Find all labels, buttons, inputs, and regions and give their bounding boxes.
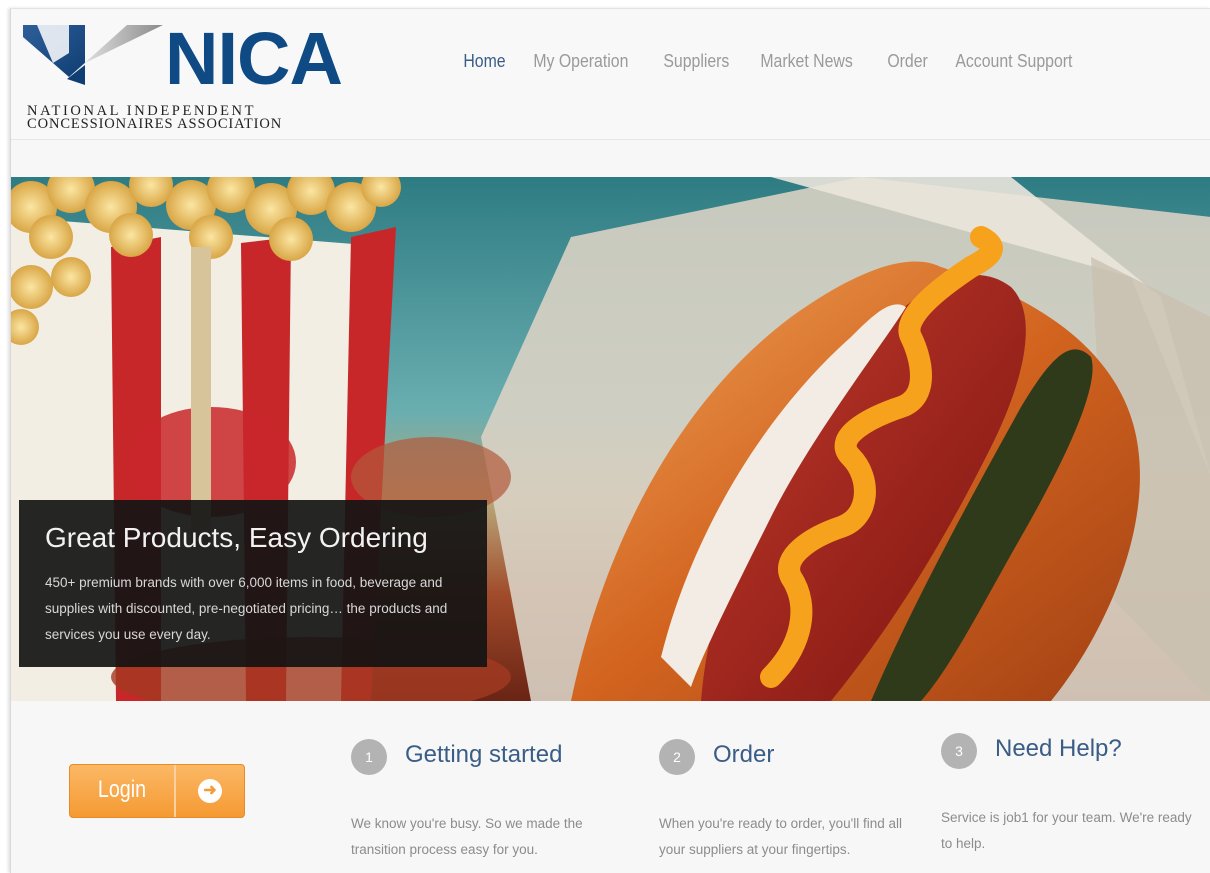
- login-button-label: Login: [97, 776, 147, 803]
- step-title[interactable]: Need Help?: [995, 735, 1122, 763]
- login-button[interactable]: Login ➜: [69, 764, 245, 818]
- step-number-badge: 2: [659, 739, 695, 775]
- nica-logo[interactable]: NICA NATIONAL INDEPENDENT CONCESSIONAIRE…: [23, 17, 403, 133]
- logo-tagline-line2: CONCESSIONAIRES ASSOCIATION: [27, 116, 283, 132]
- step-title[interactable]: Order: [713, 741, 774, 769]
- site-header: NICA NATIONAL INDEPENDENT CONCESSIONAIRE…: [11, 9, 1210, 140]
- step-description: When you're ready to order, you'll find …: [659, 816, 903, 857]
- hero-banner: Great Products, Easy Ordering 450+ premi…: [11, 177, 1210, 701]
- logo-name: NICA: [165, 17, 343, 100]
- arrow-right-circle-icon: ➜: [198, 779, 222, 803]
- main-nav: Home My Operation Suppliers Market News …: [451, 47, 1098, 77]
- step-number-badge: 3: [941, 733, 977, 769]
- nav-my-operation[interactable]: My Operation: [521, 47, 641, 77]
- login-button-divider: [174, 765, 176, 817]
- step-description: We know you're busy. So we made the tran…: [351, 816, 583, 857]
- hero-body: 450+ premium brands with over 6,000 item…: [45, 575, 448, 642]
- step-description: Service is job1 for your team. We're rea…: [941, 810, 1192, 851]
- step-number-badge: 1: [351, 739, 387, 775]
- step-title[interactable]: Getting started: [405, 741, 562, 769]
- nav-order[interactable]: Order: [875, 47, 940, 77]
- nav-market-news[interactable]: Market News: [748, 47, 865, 77]
- nav-home[interactable]: Home: [451, 47, 518, 77]
- logo-mark-icon: [23, 25, 163, 85]
- page: NICA NATIONAL INDEPENDENT CONCESSIONAIRE…: [10, 8, 1210, 873]
- nav-account-support[interactable]: Account Support: [943, 47, 1085, 77]
- logo-tagline: NATIONAL INDEPENDENT CONCESSIONAIRES ASS…: [27, 104, 407, 132]
- nav-suppliers[interactable]: Suppliers: [651, 47, 742, 77]
- hero-headline: Great Products, Easy Ordering: [45, 522, 428, 553]
- hero-caption: Great Products, Easy Ordering 450+ premi…: [19, 500, 487, 667]
